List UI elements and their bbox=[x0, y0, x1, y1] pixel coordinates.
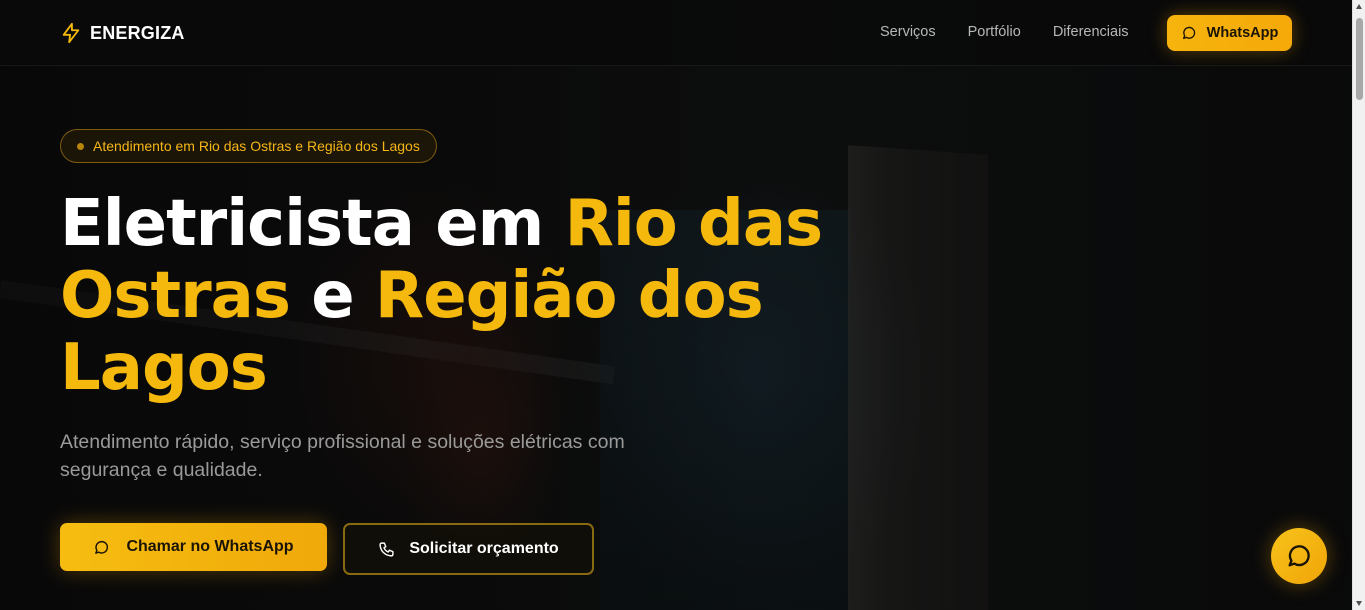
whatsapp-cta-button[interactable]: Chamar no WhatsApp bbox=[60, 523, 327, 571]
scroll-thumb[interactable] bbox=[1356, 18, 1363, 100]
scroll-up-arrow[interactable] bbox=[1356, 4, 1362, 9]
nav-item-diferenciais[interactable]: Diferenciais bbox=[1053, 24, 1129, 40]
page-scrollbar[interactable] bbox=[1352, 0, 1365, 610]
nav-item-portfolio[interactable]: Portfólio bbox=[968, 24, 1021, 40]
chat-bubble-icon bbox=[1182, 26, 1195, 39]
logo[interactable]: ENERGIZA bbox=[60, 20, 185, 46]
badge-text: Atendimento em Rio das Ostras e Região d… bbox=[93, 138, 420, 154]
brand-name: ENERGIZA bbox=[90, 22, 185, 43]
chat-bubble-icon bbox=[95, 540, 109, 554]
headline-part-1: Eletricista em bbox=[60, 187, 565, 261]
quote-request-button[interactable]: Solicitar orçamento bbox=[343, 523, 594, 575]
floating-chat-button[interactable] bbox=[1271, 528, 1327, 584]
phone-icon bbox=[379, 541, 394, 557]
hero-headline: Eletricista em Rio das Ostras e Região d… bbox=[60, 188, 860, 404]
hero-subtitle: Atendimento rápido, serviço profissional… bbox=[60, 431, 625, 481]
nav-item-servicos[interactable]: Serviços bbox=[880, 24, 936, 40]
location-badge: Atendimento em Rio das Ostras e Região d… bbox=[60, 129, 437, 163]
scroll-down-arrow[interactable] bbox=[1356, 601, 1362, 606]
lightning-bolt-icon bbox=[62, 22, 80, 44]
header-whatsapp-button[interactable]: WhatsApp bbox=[1167, 15, 1292, 51]
headline-part-3: e bbox=[289, 259, 375, 333]
header-whatsapp-label: WhatsApp bbox=[1206, 25, 1279, 41]
site-header: ENERGIZA Serviços Portfólio Diferenciais… bbox=[0, 0, 1352, 66]
quote-request-label: Solicitar orçamento bbox=[409, 540, 559, 557]
chat-bubble-icon bbox=[1288, 545, 1310, 567]
whatsapp-cta-label: Chamar no WhatsApp bbox=[126, 538, 294, 555]
main-nav: Serviços Portfólio Diferenciais bbox=[880, 24, 1129, 40]
badge-dot bbox=[77, 142, 84, 150]
